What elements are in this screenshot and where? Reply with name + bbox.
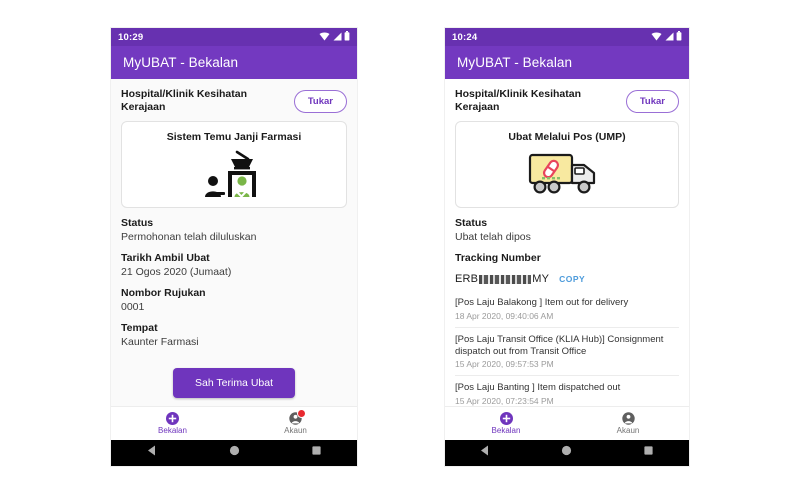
status-bar-clock: 10:24 xyxy=(452,31,478,43)
field-pickup-date: Tarikh Ambil Ubat 21 Ogos 2020 (Jumaat) xyxy=(121,252,347,278)
account-circle-icon xyxy=(621,412,635,425)
facility-row: Hospital/Klinik Kesihatan Kerajaan Tukar xyxy=(455,79,679,121)
hero-title: Sistem Temu Janji Farmasi xyxy=(166,131,302,144)
tracking-event: [Pos Laju Banting ] Item dispatched out … xyxy=(455,375,679,406)
nav-label: Akaun xyxy=(284,426,307,435)
back-triangle-icon[interactable] xyxy=(146,444,159,462)
nav-item-akaun[interactable]: Akaun xyxy=(567,407,689,440)
tracking-number-value: ERB MY xyxy=(455,273,549,285)
switch-facility-button[interactable]: Tukar xyxy=(625,89,679,113)
switch-facility-button[interactable]: Tukar xyxy=(293,89,347,113)
appointment-hero-card: Sistem Temu Janji Farmasi xyxy=(121,121,347,209)
field-status: Status Permohonan telah diluluskan xyxy=(121,217,347,243)
home-circle-icon[interactable] xyxy=(228,444,241,462)
tracking-redacted-block xyxy=(479,274,532,284)
tracking-number-row: ERB MY COPY xyxy=(455,273,679,285)
wifi-icon xyxy=(651,28,662,46)
nav-label: Akaun xyxy=(616,426,640,435)
app-bar-title: MyUBAT - Bekalan xyxy=(457,55,573,70)
cta-container: Sah Terima Ubat xyxy=(111,368,357,398)
appointment-screen-body: Hospital/Klinik Kesihatan Kerajaan Tukar… xyxy=(111,79,357,406)
android-system-nav xyxy=(445,440,689,466)
plus-circle-icon xyxy=(166,412,179,425)
home-circle-icon[interactable] xyxy=(560,444,573,462)
signal-icon xyxy=(665,28,674,46)
parcel-hero-card: Ubat Melalui Pos (UMP) xyxy=(455,121,679,209)
tracking-event-date: 15 Apr 2020, 07:23:54 PM xyxy=(455,395,554,406)
field-label: Tarikh Ambil Ubat xyxy=(121,252,210,265)
copy-tracking-button[interactable]: COPY xyxy=(559,274,585,284)
facility-name: Hospital/Klinik Kesihatan Kerajaan xyxy=(455,88,582,114)
tracking-event: [Pos Laju Transit Office (KLIA Hub)] Con… xyxy=(455,326,679,376)
field-value: Kaunter Farmasi xyxy=(121,336,199,349)
field-label: Tracking Number xyxy=(455,252,541,265)
nav-label: Bekalan xyxy=(491,426,521,435)
signal-icon xyxy=(333,28,342,46)
notification-badge xyxy=(297,409,306,418)
confirm-receipt-button[interactable]: Sah Terima Ubat xyxy=(172,368,295,398)
screenshot-stage: 10:29 MyUBAT - Bekalan Hospital/Klinik K… xyxy=(0,0,800,500)
tracking-suffix: MY xyxy=(532,273,550,286)
tracking-event-text: [Pos Laju Transit Office (KLIA Hub)] Con… xyxy=(455,333,664,357)
tracking-event: [Pos Laju Balakong ] Item out for delive… xyxy=(455,291,679,326)
field-tracking-number: Tracking Number xyxy=(455,252,679,264)
recents-square-icon[interactable] xyxy=(310,444,323,462)
battery-icon xyxy=(344,28,350,46)
nav-item-bekalan[interactable]: Bekalan xyxy=(111,407,234,440)
delivery-truck-illustration xyxy=(464,147,670,199)
tracking-event-text: [Pos Laju Balakong ] Item out for delive… xyxy=(455,297,629,309)
pharmacy-counter-illustration xyxy=(130,147,338,199)
tracking-event-text: [Pos Laju Banting ] Item dispatched out xyxy=(455,382,621,394)
field-reference-number: Nombor Rujukan 0001 xyxy=(121,287,347,313)
field-value: 0001 xyxy=(121,301,145,314)
status-bar: 10:24 xyxy=(445,28,689,46)
field-label: Nombor Rujukan xyxy=(121,287,206,300)
phone-parcel: 10:24 MyUBAT - Bekalan Hospital/Klinik K… xyxy=(445,28,689,466)
field-value: 21 Ogos 2020 (Jumaat) xyxy=(121,266,232,279)
app-bar-title: MyUBAT - Bekalan xyxy=(123,55,239,70)
facility-row: Hospital/Klinik Kesihatan Kerajaan Tukar xyxy=(121,79,347,121)
field-label: Tempat xyxy=(121,322,158,335)
phone-appointment: 10:29 MyUBAT - Bekalan Hospital/Klinik K… xyxy=(111,28,357,466)
tracking-event-date: 15 Apr 2020, 09:57:53 PM xyxy=(455,359,554,370)
field-status: Status Ubat telah dipos xyxy=(455,217,679,243)
app-bar: MyUBAT - Bekalan xyxy=(111,46,357,79)
hero-title: Ubat Melalui Pos (UMP) xyxy=(508,131,626,144)
field-location: Tempat Kaunter Farmasi xyxy=(121,322,347,348)
nav-item-akaun[interactable]: Akaun xyxy=(234,407,357,440)
bottom-nav: Bekalan Akaun xyxy=(445,406,689,440)
tracking-event-list: [Pos Laju Balakong ] Item out for delive… xyxy=(455,291,679,406)
bottom-nav: Bekalan Akaun xyxy=(111,406,357,440)
tracking-prefix: ERB xyxy=(455,273,479,286)
plus-circle-icon xyxy=(499,412,513,425)
field-label: Status xyxy=(121,217,154,230)
wifi-icon xyxy=(319,28,330,46)
status-bar-icons xyxy=(651,28,682,46)
back-triangle-icon[interactable] xyxy=(479,444,492,462)
field-label: Status xyxy=(455,217,488,230)
status-bar-icons xyxy=(319,28,350,46)
tracking-event-date: 18 Apr 2020, 09:40:06 AM xyxy=(455,310,554,321)
battery-icon xyxy=(676,28,682,46)
android-system-nav xyxy=(111,440,357,466)
account-circle-icon xyxy=(289,409,306,425)
nav-label: Bekalan xyxy=(158,426,187,435)
field-value: Ubat telah dipos xyxy=(455,231,531,244)
app-bar: MyUBAT - Bekalan xyxy=(445,46,689,79)
status-bar: 10:29 xyxy=(111,28,357,46)
status-bar-clock: 10:29 xyxy=(118,31,144,43)
field-value: Permohonan telah diluluskan xyxy=(121,231,257,244)
parcel-screen-body: Hospital/Klinik Kesihatan Kerajaan Tukar… xyxy=(445,79,689,406)
nav-item-bekalan[interactable]: Bekalan xyxy=(445,407,567,440)
recents-square-icon[interactable] xyxy=(642,444,655,462)
facility-name: Hospital/Klinik Kesihatan Kerajaan xyxy=(121,88,248,114)
